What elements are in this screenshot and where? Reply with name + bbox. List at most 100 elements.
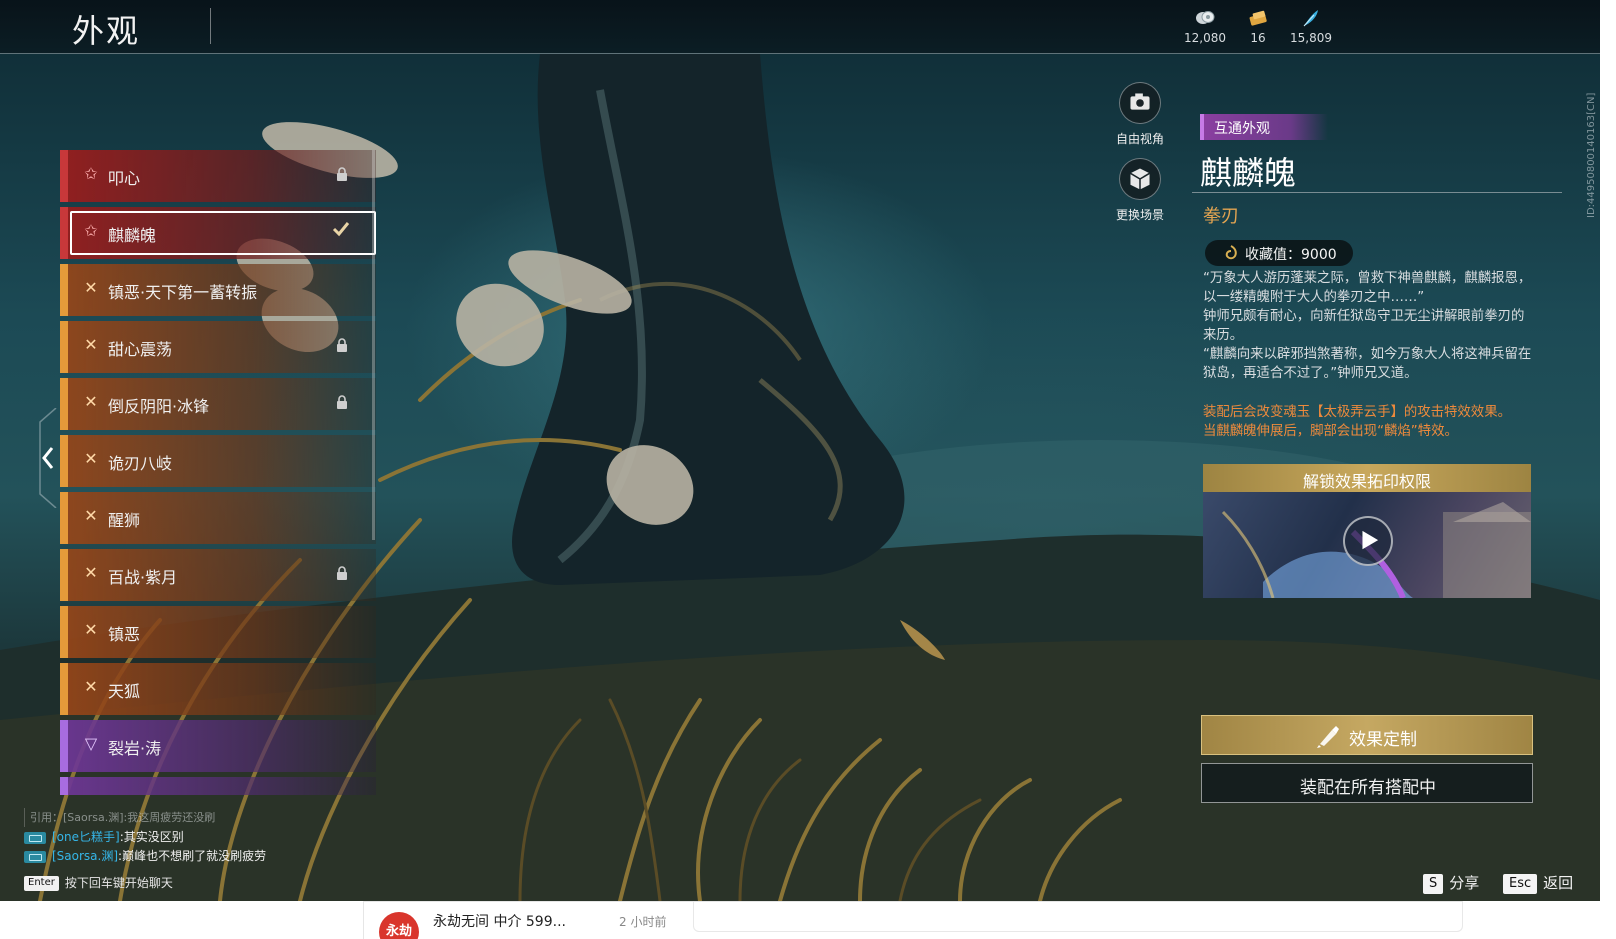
checkmark-icon (332, 222, 350, 237)
item-label: 诡刃八岐 (108, 454, 173, 473)
notification-divider (363, 902, 364, 939)
chat-input-hint[interactable]: Enter 按下回车键开始聊天 (24, 874, 173, 891)
item-label: 镇恶·天下第一蓄转振 (108, 283, 258, 302)
list-item[interactable]: ✩ 叩心 (60, 150, 376, 202)
change-scene-button[interactable]: 更换场景 (1105, 158, 1175, 223)
share-key: S (1423, 873, 1444, 894)
list-item[interactable]: ✕ 百战·紫月 (60, 549, 376, 601)
equip-all-label: 装配在所有搭配中 (1300, 778, 1436, 798)
share-label: 分享 (1449, 874, 1480, 892)
cross-blades-icon: ✕ (84, 563, 98, 582)
game-viewport: 外观 12,080 16 15,809 ID:44950800140163[CN… (0, 0, 1600, 901)
esc-key: Esc (1503, 873, 1538, 894)
list-item[interactable]: ✕ 倒反阴阳·冰锋 (60, 378, 376, 430)
description-paragraph: “万象大人游历蓬莱之际，曾救下神兽麒麟，麒麟报恩，以一缕精魄附于大人的拳刃之中…… (1203, 271, 1532, 305)
item-name: 麒麟魄 (1200, 154, 1297, 192)
equip-all-button[interactable]: 装配在所有搭配中 (1201, 763, 1533, 803)
list-scrollbar[interactable] (372, 150, 375, 540)
currency-feathers: 15,809 (1281, 8, 1341, 45)
chat-text: :巅峰也不想刷了就没刷疲劳 (118, 849, 267, 863)
collapse-panel-button[interactable] (36, 408, 58, 508)
enter-key-badge: Enter (24, 876, 59, 891)
list-item[interactable]: ✕ 诡刃八岐 (60, 435, 376, 487)
star-icon: ✩ (84, 164, 98, 183)
cross-blades-icon: ✕ (84, 278, 98, 297)
effect-description: 装配后会改变魂玉【太极弄云手】的攻击特效效果。 当麒麟魄伸展后，脚部会出现“麟焰… (1203, 403, 1533, 441)
chat-text: :其实没区别 (119, 830, 184, 844)
chat-message: [one匕糕手]:其实没区别 (24, 828, 444, 847)
chevron-left-icon (42, 447, 54, 469)
item-label: 倒反阴阳·冰锋 (108, 397, 210, 416)
free-camera-button[interactable]: 自由视角 (1105, 82, 1175, 147)
effect-line: 装配后会改变魂玉【太极弄云手】的攻击特效效果。 (1203, 405, 1511, 420)
tag-label: 互通外观 (1214, 121, 1270, 137)
list-item[interactable]: ▽ 裂岩·涛 (60, 720, 376, 772)
list-item-selected[interactable]: ✩ 麒麟魄 (60, 207, 376, 259)
rarity-bar (60, 549, 68, 601)
chat-sender[interactable]: [one匕糕手] (52, 830, 120, 844)
list-item[interactable]: ✕ 醒狮 (60, 492, 376, 544)
top-bar (0, 0, 1600, 54)
vertical-id-text: ID:44950800140163[CN] (1584, 70, 1598, 220)
page-title: 外观 (72, 12, 141, 50)
list-item[interactable]: ✕ 甜心震荡 (60, 321, 376, 373)
feather-icon (1303, 10, 1318, 27)
item-label: 叩心 (108, 169, 141, 188)
description-paragraph: “麒麟向来以辟邪挡煞著称，如今万象大人将这神兵留在狱岛，再适合不过了。”钟师兄又… (1203, 347, 1532, 381)
item-label: 麒麟魄 (108, 226, 157, 245)
lock-icon (337, 338, 347, 352)
notification-title[interactable]: 永劫无间 中介 599... (433, 911, 566, 931)
rarity-bar (60, 777, 68, 795)
lock-icon (337, 167, 347, 181)
ticket-icon (1249, 10, 1267, 26)
currency-feathers-value: 15,809 (1290, 31, 1332, 45)
rarity-bar (60, 720, 68, 772)
cross-blades-icon: ✕ (84, 335, 98, 354)
item-label: 百战·紫月 (108, 568, 178, 587)
effect-customize-label: 效果定制 (1349, 730, 1417, 750)
rarity-bar (60, 606, 68, 658)
item-background (68, 777, 376, 795)
list-item[interactable] (60, 777, 376, 795)
notification-strip[interactable]: 永劫 永劫无间 中介 599... 2 小时前 (363, 901, 1463, 939)
channel-icon (24, 831, 46, 844)
chat-hint-text: 按下回车键开始聊天 (64, 876, 173, 890)
channel-icon (24, 850, 46, 863)
account-id: ID:44950800140163[CN] (1586, 92, 1597, 218)
play-icon[interactable] (1343, 516, 1393, 566)
rarity-bar (60, 378, 68, 430)
name-divider (1192, 192, 1562, 193)
skin-list[interactable]: ✩ 叩心 ✩ 麒麟魄 ✕ 镇恶·天下第一蓄转振 ✕ 甜心震荡 ✕ 倒反阴阳·冰锋 (60, 150, 380, 795)
lock-icon (337, 395, 347, 409)
list-item[interactable]: ✕ 镇恶·天下第一蓄转振 (60, 264, 376, 316)
list-item[interactable]: ✕ 天狐 (60, 663, 376, 715)
coin-stack-icon (1196, 11, 1215, 24)
star-icon: ✩ (84, 221, 98, 240)
item-description: “万象大人游历蓬莱之际，曾救下神兽麒麟，麒麟报恩，以一缕精魄附于大人的拳刃之中…… (1203, 269, 1533, 383)
effect-preview-video[interactable] (1203, 492, 1531, 598)
collection-icon (1225, 245, 1237, 260)
top-bar-divider (0, 53, 1600, 54)
notification-time: 2 小时前 (619, 915, 667, 929)
lock-icon (337, 566, 347, 580)
share-hint[interactable]: S 分享 (1423, 872, 1479, 894)
back-hint[interactable]: Esc 返回 (1503, 872, 1573, 894)
item-label: 天狐 (108, 682, 141, 701)
chat-sender[interactable]: [Saorsa.渊] (52, 849, 118, 863)
back-label: 返回 (1543, 874, 1574, 892)
cross-blades-icon: ✕ (84, 449, 98, 468)
list-item[interactable]: ✕ 镇恶 (60, 606, 376, 658)
currency-coins: 12,080 (1175, 8, 1235, 45)
cross-blades-icon: ✕ (84, 620, 98, 639)
unlock-effect-card[interactable]: 解锁效果拓印权限 (1203, 464, 1531, 598)
unlock-effect-title: 解锁效果拓印权限 (1302, 472, 1431, 491)
title-divider (210, 8, 211, 44)
chat-panel: 引用：[Saorsa.渊]:我这周疲劳还没刷 [one匕糕手]:其实没区别 [S… (24, 808, 444, 866)
item-label: 裂岩·涛 (108, 739, 162, 758)
cross-blades-icon: ✕ (84, 506, 98, 525)
cross-blades-icon: ✕ (84, 677, 98, 696)
item-label: 醒狮 (108, 511, 141, 530)
camera-icon (1119, 82, 1161, 124)
effect-customize-button[interactable]: 效果定制 (1201, 715, 1533, 755)
rarity-bar (60, 492, 68, 544)
